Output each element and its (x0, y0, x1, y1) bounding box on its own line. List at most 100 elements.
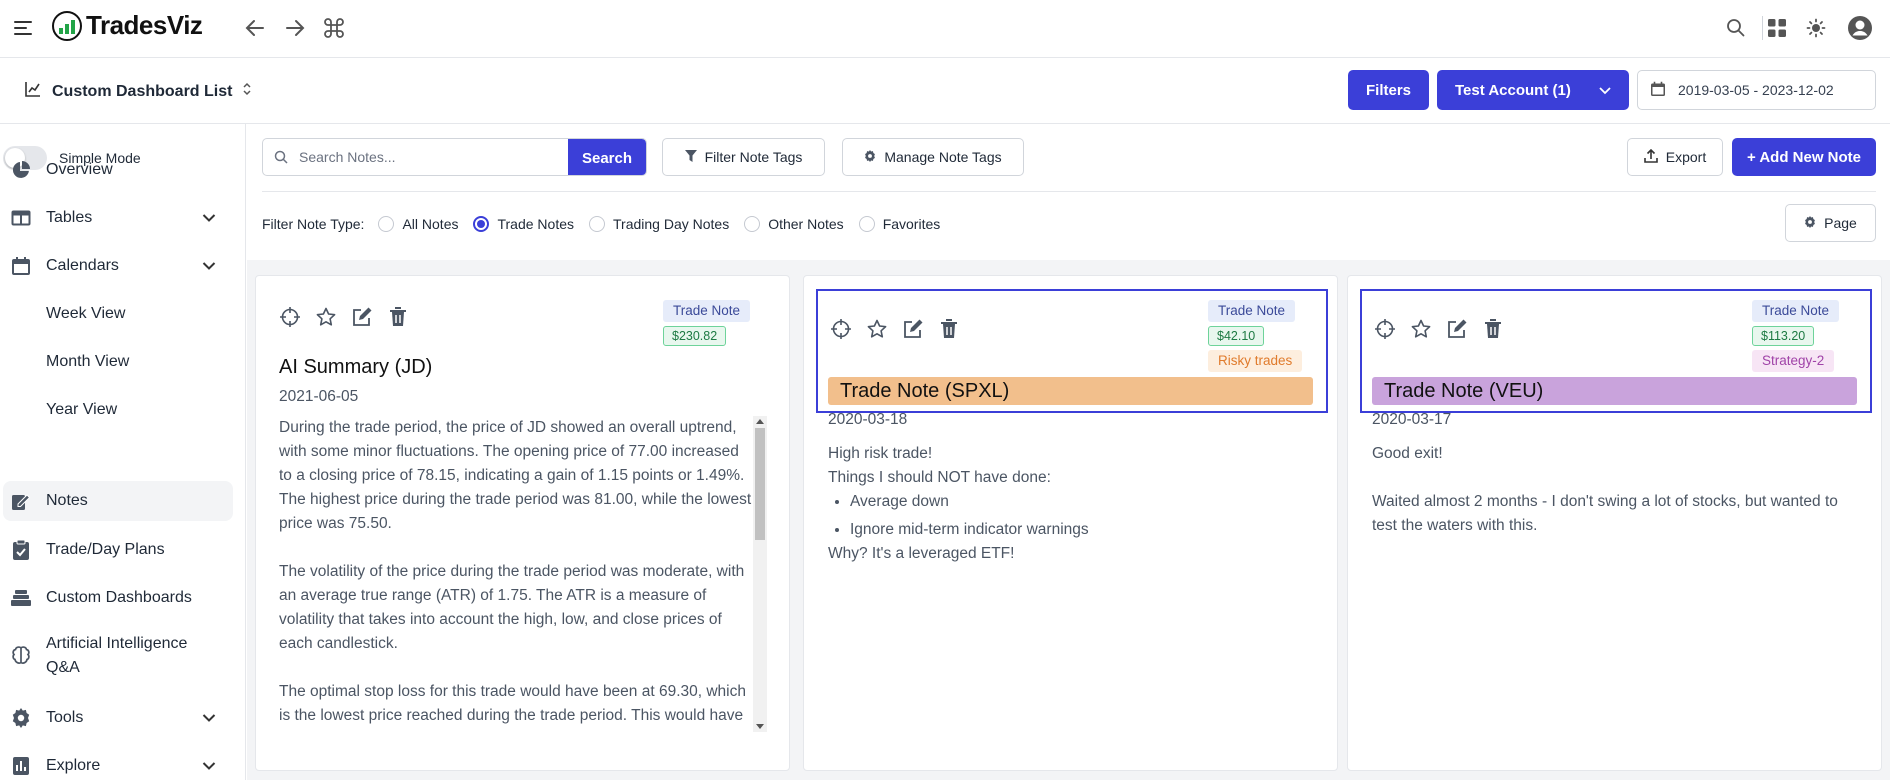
trash-icon[interactable] (938, 318, 960, 340)
notes-page: Search Filter Note Tags Manage Note Tags… (247, 124, 1890, 780)
search-box: Search (262, 138, 647, 176)
note-type-badge: Trade Note (1752, 300, 1840, 322)
edit-icon[interactable] (1446, 318, 1468, 340)
radio-button[interactable] (589, 216, 605, 232)
crosshair-icon[interactable] (830, 318, 852, 340)
note-actions (1374, 318, 1504, 340)
manage-note-tags-button[interactable]: Manage Note Tags (842, 138, 1024, 176)
star-icon[interactable] (866, 318, 888, 340)
edit-icon[interactable] (351, 306, 373, 328)
command-icon[interactable] (319, 13, 349, 43)
export-button[interactable]: Export (1627, 138, 1723, 176)
sidebar-item-explore[interactable]: Explore (0, 754, 234, 778)
scroll-down-arrow[interactable] (756, 724, 764, 729)
radio-label: Favorites (882, 216, 941, 232)
dashboard-list-selector[interactable]: Custom Dashboard List (24, 80, 252, 103)
filter-note-tags-label: Filter Note Tags (704, 149, 803, 165)
crosshair-icon[interactable] (1374, 318, 1396, 340)
note-line: Things I should NOT have done: (828, 469, 1051, 486)
user-avatar-icon[interactable] (1846, 14, 1874, 42)
scroll-up-arrow[interactable] (756, 419, 764, 424)
page-settings-button[interactable]: Page (1785, 204, 1876, 242)
sidebar-item-month-view[interactable]: Month View (0, 350, 234, 374)
sidebar-item-tools[interactable]: Tools (0, 706, 234, 730)
sidebar-item-tables[interactable]: Tables (0, 206, 234, 230)
list-item: Ignore mid-term indicator warnings (850, 518, 1308, 542)
sidebar-item-label: Week View (46, 305, 126, 322)
sidebar: Simple Mode Overview Tables Calendars We… (0, 124, 246, 780)
search-icon (263, 139, 299, 175)
calendar-icon (1650, 81, 1666, 100)
sun-icon[interactable] (1802, 14, 1830, 42)
radio-label: All Notes (402, 216, 459, 232)
chevron-down-icon[interactable] (202, 758, 218, 774)
chevron-down-icon[interactable] (202, 210, 218, 226)
dashboard-list-label: Custom Dashboard List (52, 82, 233, 100)
pnl-badge: $42.10 (1208, 326, 1265, 346)
sidebar-item-custom-dashboards[interactable]: Custom Dashboards (0, 586, 234, 610)
note-bullet-list: Average down Ignore mid-term indicator w… (828, 490, 1308, 542)
back-arrow-icon[interactable] (240, 13, 270, 43)
radio-button-checked[interactable] (473, 216, 490, 232)
sidebar-item-label: Tables (46, 209, 93, 226)
forward-arrow-icon[interactable] (280, 13, 310, 43)
search-input[interactable] (299, 139, 568, 175)
date-range-picker[interactable]: 2019-03-05 - 2023-12-02 (1637, 70, 1876, 110)
sidebar-item-notes[interactable]: Notes (3, 481, 233, 521)
sidebar-item-ai-qa[interactable]: Artificial Intelligence Q&A (0, 632, 234, 680)
radio-trade-notes[interactable]: Trade Notes (473, 216, 574, 232)
radio-favorites[interactable]: Favorites (858, 216, 941, 232)
note-line: High risk trade! (828, 445, 933, 462)
note-tag-badge: Strategy-2 (1752, 350, 1835, 372)
divider (262, 191, 1876, 192)
note-scrollbar[interactable] (753, 416, 767, 732)
sidebar-item-label: Explore (46, 757, 101, 774)
note-paragraph: During the trade period, the price of JD… (279, 419, 752, 532)
note-card[interactable]: Trade Note $42.10 Risky trades Trade Not… (803, 275, 1338, 771)
top-bar: TradesViz (0, 0, 1890, 58)
search-icon[interactable] (1722, 14, 1750, 42)
note-line: Why? It's a leveraged ETF! (828, 545, 1015, 562)
sidebar-item-trade-day-plans[interactable]: Trade/Day Plans (0, 538, 234, 562)
account-selector[interactable]: Test Account (1) (1437, 70, 1629, 110)
note-line: Waited almost 2 months - I don't swing a… (1372, 493, 1838, 534)
logo-icon (52, 10, 82, 41)
radio-button[interactable] (858, 216, 875, 232)
note-date: 2020-03-17 (1372, 411, 1452, 428)
radio-other-notes[interactable]: Other Notes (744, 216, 844, 232)
radio-all-notes[interactable]: All Notes (378, 216, 458, 232)
scroll-thumb[interactable] (755, 428, 765, 540)
edit-icon[interactable] (902, 318, 924, 340)
date-range-value: 2019-03-05 - 2023-12-02 (1678, 82, 1834, 98)
sidebar-item-calendars[interactable]: Calendars (0, 254, 234, 278)
search-button[interactable]: Search (568, 139, 646, 175)
star-icon[interactable] (1410, 318, 1432, 340)
pnl-badge: $113.20 (1752, 326, 1815, 346)
chevron-down-icon[interactable] (202, 258, 218, 274)
radio-button[interactable] (378, 216, 395, 232)
chevron-down-icon[interactable] (202, 710, 218, 726)
note-title: Trade Note (SPXL) (828, 377, 1313, 405)
hamburger-icon[interactable] (12, 17, 34, 39)
sidebar-item-overview[interactable]: Overview (0, 158, 234, 182)
trash-icon[interactable] (1482, 318, 1504, 340)
radio-button[interactable] (744, 216, 761, 232)
apps-grid-icon[interactable] (1763, 14, 1791, 42)
table-icon (10, 207, 32, 229)
gear-icon (1804, 215, 1816, 231)
filters-button[interactable]: Filters (1348, 70, 1429, 110)
crosshair-icon[interactable] (279, 306, 301, 328)
gear-icon (10, 707, 32, 729)
note-card[interactable]: Trade Note $230.82 AI Summary (JD) 2021-… (255, 275, 790, 771)
sidebar-item-label: Calendars (46, 257, 119, 274)
note-card[interactable]: Trade Note $113.20 Strategy-2 Trade Note… (1347, 275, 1882, 771)
add-new-note-button[interactable]: + Add New Note (1732, 138, 1876, 176)
star-icon[interactable] (315, 306, 337, 328)
sidebar-item-year-view[interactable]: Year View (0, 398, 234, 422)
filter-note-tags-button[interactable]: Filter Note Tags (662, 138, 825, 176)
trash-icon[interactable] (387, 306, 409, 328)
sidebar-item-week-view[interactable]: Week View (0, 302, 234, 326)
gear-icon (864, 149, 876, 165)
radio-trading-day-notes[interactable]: Trading Day Notes (589, 216, 729, 232)
brand-logo[interactable]: TradesViz (52, 10, 203, 41)
